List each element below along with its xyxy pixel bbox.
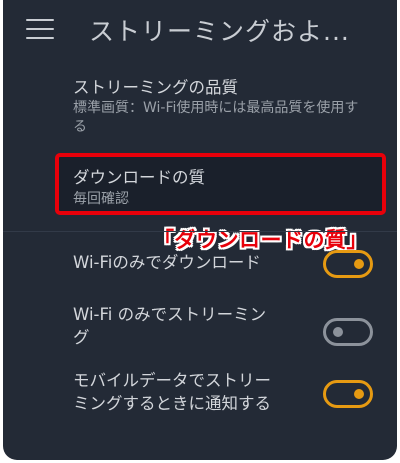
setting-label-continued: ミングするときに通知する bbox=[73, 394, 271, 413]
setting-label: Wi-Fiのみでダウンロード bbox=[73, 253, 261, 272]
setting-label-continued: グ bbox=[73, 328, 90, 347]
app-header: ストリーミングおよ... bbox=[3, 0, 397, 58]
toggle-mobile-data-notify[interactable] bbox=[323, 380, 373, 408]
setting-value: 毎回確認 bbox=[73, 191, 129, 207]
setting-mobile-data-notify[interactable]: モバイルデータでストリー ミングするときに通知する bbox=[3, 366, 397, 422]
toggle-wifi-only-download[interactable] bbox=[323, 250, 373, 278]
toggle-knob bbox=[354, 259, 364, 269]
setting-label: モバイルデータでストリー bbox=[73, 371, 271, 390]
menu-icon[interactable] bbox=[26, 19, 54, 39]
toggle-knob bbox=[333, 327, 343, 337]
setting-download-quality[interactable]: ダウンロードの質 毎回確認 bbox=[3, 157, 397, 211]
setting-wifi-only-streaming[interactable]: Wi-Fi のみでストリーミン グ bbox=[3, 300, 397, 356]
page-title: ストリーミングおよ... bbox=[89, 17, 350, 46]
setting-label: ストリーミングの品質 bbox=[73, 78, 238, 97]
setting-wifi-only-download[interactable]: Wi-Fiのみでダウンロード bbox=[3, 244, 397, 288]
toggle-knob bbox=[354, 389, 364, 399]
toggle-wifi-only-streaming[interactable] bbox=[323, 318, 373, 346]
setting-value: 標準画質：Wi-Fi使用時には最高品質を使用する bbox=[73, 100, 359, 135]
divider bbox=[3, 231, 397, 232]
setting-label: Wi-Fi のみでストリーミン bbox=[73, 305, 267, 324]
setting-streaming-quality[interactable]: ストリーミングの品質 標準画質：Wi-Fi使用時には最高品質を使用する bbox=[3, 72, 397, 146]
setting-label: ダウンロードの質 bbox=[73, 168, 205, 187]
app-screen: ストリーミングおよ... ストリーミングの品質 標準画質：Wi-Fi使用時には最… bbox=[3, 0, 397, 460]
